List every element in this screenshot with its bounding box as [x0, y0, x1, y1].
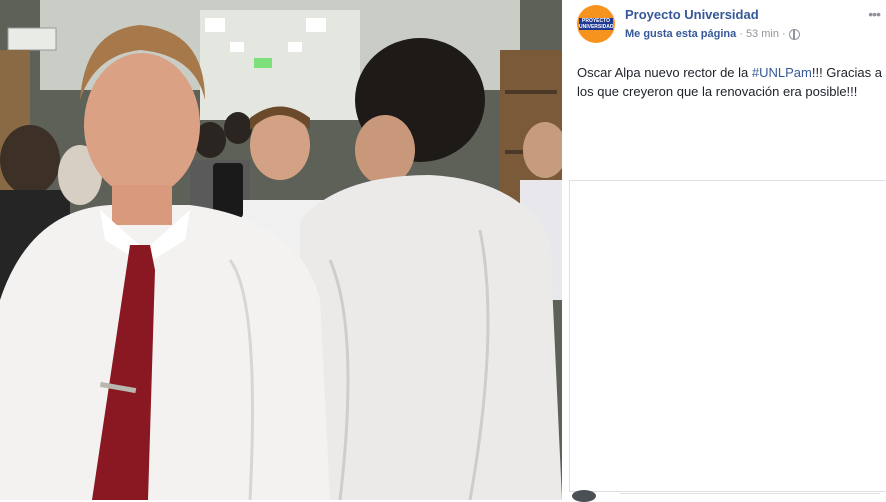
page-avatar[interactable]: PROYECTO UNIVERSIDAD — [577, 5, 615, 43]
embedded-media-area[interactable] — [569, 180, 886, 492]
post-text-start: Oscar Alpa nuevo rector de la — [577, 65, 752, 80]
comment-row — [572, 490, 880, 502]
post-text: Oscar Alpa nuevo rector de la #UNLPam!!!… — [577, 63, 886, 101]
more-horizontal-icon[interactable]: ••• — [868, 6, 881, 22]
commenter-avatar — [572, 490, 596, 502]
globe-icon — [788, 28, 800, 40]
post-timestamp[interactable]: 53 min — [746, 28, 779, 40]
like-page-link[interactable]: Me gusta esta página — [625, 28, 736, 40]
page-name-link[interactable]: Proyecto Universidad — [625, 7, 759, 22]
post-photo[interactable] — [0, 0, 562, 500]
meta-separator-2: · — [781, 28, 786, 40]
hashtag-link[interactable]: #UNLPam — [752, 65, 812, 80]
avatar-logo: PROYECTO UNIVERSIDAD — [579, 18, 614, 30]
post-meta: Me gusta esta página · 53 min · — [625, 28, 800, 40]
comment-input-border — [620, 493, 880, 494]
facebook-post-panel: PROYECTO UNIVERSIDAD Proyecto Universida… — [562, 0, 886, 502]
meta-separator: · — [739, 28, 743, 40]
photo-image — [0, 0, 562, 500]
